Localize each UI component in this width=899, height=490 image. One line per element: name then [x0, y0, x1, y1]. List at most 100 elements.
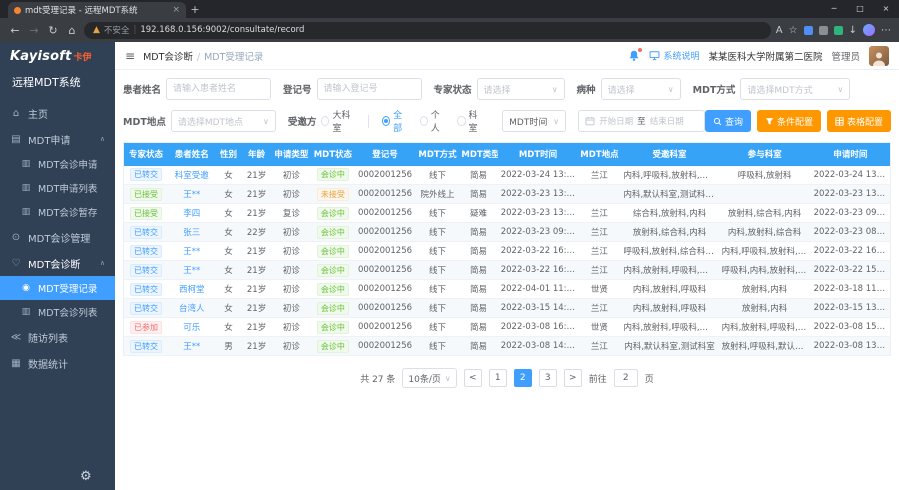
table-cell: 女 — [216, 223, 242, 242]
mdt-place-select[interactable]: 请选择MDT地点 ∨ — [171, 110, 276, 132]
radio-big-dept[interactable]: 大科室 — [321, 108, 353, 134]
forward-button[interactable]: → — [27, 24, 41, 37]
patient-name-input[interactable] — [166, 78, 271, 100]
table-cell: 兰江 — [578, 299, 620, 318]
search-button[interactable]: 查询 — [705, 110, 751, 132]
prev-page-button[interactable]: < — [464, 369, 482, 387]
address-bar[interactable]: ▲ 不安全 | 192.168.0.156:9002/consultate/re… — [84, 22, 771, 39]
sidebar-item-mdt-manage[interactable]: ⊙ MDT会诊管理 — [0, 224, 115, 250]
select-value: MDT时间 — [509, 115, 549, 128]
table-cell: 放射科,综合科,内科 — [719, 204, 811, 223]
page-button[interactable]: 2 — [514, 369, 532, 387]
expert-status-select[interactable]: 请选择 ∨ — [477, 78, 565, 100]
records-table: 专家状态患者姓名性别年龄申请类型MDT状态登记号MDT方式MDT类型MDT时间M… — [123, 142, 891, 356]
extension-icon[interactable] — [819, 26, 828, 35]
radio-label: 科室 — [469, 108, 483, 134]
table-cell: 简易 — [459, 299, 497, 318]
sidebar-item-mdt-consult-apply[interactable]: ▥ MDT会诊申请 — [0, 152, 115, 176]
table-cell: 21岁 — [242, 242, 272, 261]
patient-name-link[interactable]: 科室受邀 — [175, 171, 209, 181]
translate-icon[interactable]: A — [776, 25, 783, 36]
total-count: 共 27 条 — [360, 372, 395, 385]
download-icon[interactable]: ↓ — [849, 25, 857, 36]
patient-name-link[interactable]: 张三 — [183, 228, 200, 238]
system-help-link[interactable]: 系统说明 — [649, 49, 699, 62]
sidebar-item-label: MDT会诊申请 — [38, 157, 97, 171]
page-button[interactable]: 3 — [539, 369, 557, 387]
table-cell: 21岁 — [242, 299, 272, 318]
register-no-input[interactable] — [317, 78, 422, 100]
sidebar-item-mdt-diagnosis[interactable]: ♡ MDT会诊断 ∧ — [0, 250, 115, 276]
sidebar-item-mdt-consult-list[interactable]: ▥ MDT会诊列表 — [0, 300, 115, 324]
sidebar-item-mdt-apply[interactable]: ▤ MDT申请 ∧ — [0, 126, 115, 152]
user-avatar[interactable] — [869, 46, 889, 66]
new-tab-button[interactable]: + — [186, 2, 204, 18]
table-cell: 王** — [168, 242, 216, 261]
expert-status-tag: 已接受 — [130, 207, 162, 220]
page-button[interactable]: 1 — [489, 369, 507, 387]
patient-name-link[interactable]: 可乐 — [183, 323, 200, 333]
minimize-button[interactable]: ─ — [821, 0, 847, 18]
filter-buttons: 查询 条件配置 表格配置 — [705, 110, 891, 132]
condition-config-button[interactable]: 条件配置 — [757, 110, 821, 132]
sidebar-item-mdt-apply-list[interactable]: ▥ MDT申请列表 — [0, 176, 115, 200]
notification-bell-icon[interactable] — [628, 50, 640, 62]
maximize-button[interactable]: □ — [847, 0, 873, 18]
browser-profile-avatar[interactable] — [863, 24, 875, 36]
table-cell: 0002001256 — [354, 242, 415, 261]
radio-all[interactable]: 全部 — [382, 108, 407, 134]
patient-name-link[interactable]: 王** — [183, 266, 200, 276]
tab-close-icon[interactable]: × — [172, 5, 180, 15]
page-size-select[interactable]: 10条/页 ∨ — [402, 368, 456, 388]
table-grid-icon — [835, 117, 844, 126]
table-row: 已参加可乐女21岁初诊会诊中0002001256线下简易2022-03-08 1… — [124, 318, 891, 337]
patient-name-link[interactable]: 王** — [183, 247, 200, 257]
close-button[interactable]: × — [873, 0, 899, 18]
extension-icon[interactable] — [804, 26, 813, 35]
sidebar-item-mdt-draft[interactable]: ▥ MDT会诊暂存 — [0, 200, 115, 224]
expert-status-tag: 已转交 — [130, 283, 162, 296]
browser-tab[interactable]: mdt受理记录 - 远程MDT系统 × — [8, 2, 186, 18]
logo-text: Kayisoft — [10, 49, 72, 64]
home-button[interactable]: ⌂ — [65, 24, 79, 37]
sidebar-item-followup-list[interactable]: ≪ 随访列表 — [0, 324, 115, 350]
date-range-picker[interactable]: 开始日期 至 结束日期 — [578, 110, 705, 132]
patient-name-link[interactable]: 王** — [183, 190, 200, 200]
select-placeholder: 请选择 — [484, 83, 548, 96]
table-cell: 女 — [216, 299, 242, 318]
more-menu-icon[interactable]: ⋯ — [881, 25, 891, 36]
menu-toggle-icon[interactable]: ≡ — [125, 49, 135, 63]
breadcrumb-parent[interactable]: MDT会诊断 — [143, 52, 193, 63]
disease-select[interactable]: 请选择 ∨ — [601, 78, 681, 100]
mdt-time-select[interactable]: MDT时间 ∨ — [502, 110, 566, 132]
radio-dept[interactable]: 科室 — [457, 108, 482, 134]
back-button[interactable]: ← — [8, 24, 22, 37]
sidebar-item-home[interactable]: ⌂ 主页 — [0, 100, 115, 126]
table-cell: 初诊 — [272, 242, 312, 261]
table-cell: 0002001256 — [354, 261, 415, 280]
table-config-button[interactable]: 表格配置 — [827, 110, 891, 132]
sidebar-item-mdt-accept-record[interactable]: ◉ MDT受理记录 — [0, 276, 115, 300]
sidebar-item-statistics[interactable]: ▦ 数据统计 — [0, 350, 115, 376]
table-cell: 放射科,呼吸科,默认科室,测试科室 — [719, 337, 811, 356]
radio-personal[interactable]: 个人 — [420, 108, 445, 134]
next-page-button[interactable]: > — [564, 369, 582, 387]
refresh-button[interactable]: ↻ — [46, 24, 60, 37]
favorite-star-icon[interactable]: ☆ — [789, 25, 798, 36]
table-cell: 0002001256 — [354, 223, 415, 242]
patient-name-link[interactable]: 西柯堂 — [179, 285, 205, 295]
patient-name-link[interactable]: 李四 — [183, 209, 200, 219]
goto-page-input[interactable] — [614, 369, 638, 387]
table-cell: 台湾人 — [168, 299, 216, 318]
table-cell: 2022-03-23 13:00:00 — [498, 204, 579, 223]
hospital-name: 某某医科大学附属第二医院 — [708, 49, 822, 63]
table-cell: 兰江 — [578, 242, 620, 261]
mdt-mode-select[interactable]: 请选择MDT方式 ∨ — [740, 78, 850, 100]
table-cell: 会诊中 — [311, 337, 354, 356]
patient-name-link[interactable]: 王** — [183, 342, 200, 352]
chevron-down-icon: ∨ — [445, 374, 451, 383]
column-header: MDT状态 — [311, 143, 354, 166]
patient-name-link[interactable]: 台湾人 — [179, 304, 205, 314]
settings-gear-icon[interactable]: ⚙ — [80, 469, 92, 484]
extension-icon[interactable] — [834, 26, 843, 35]
